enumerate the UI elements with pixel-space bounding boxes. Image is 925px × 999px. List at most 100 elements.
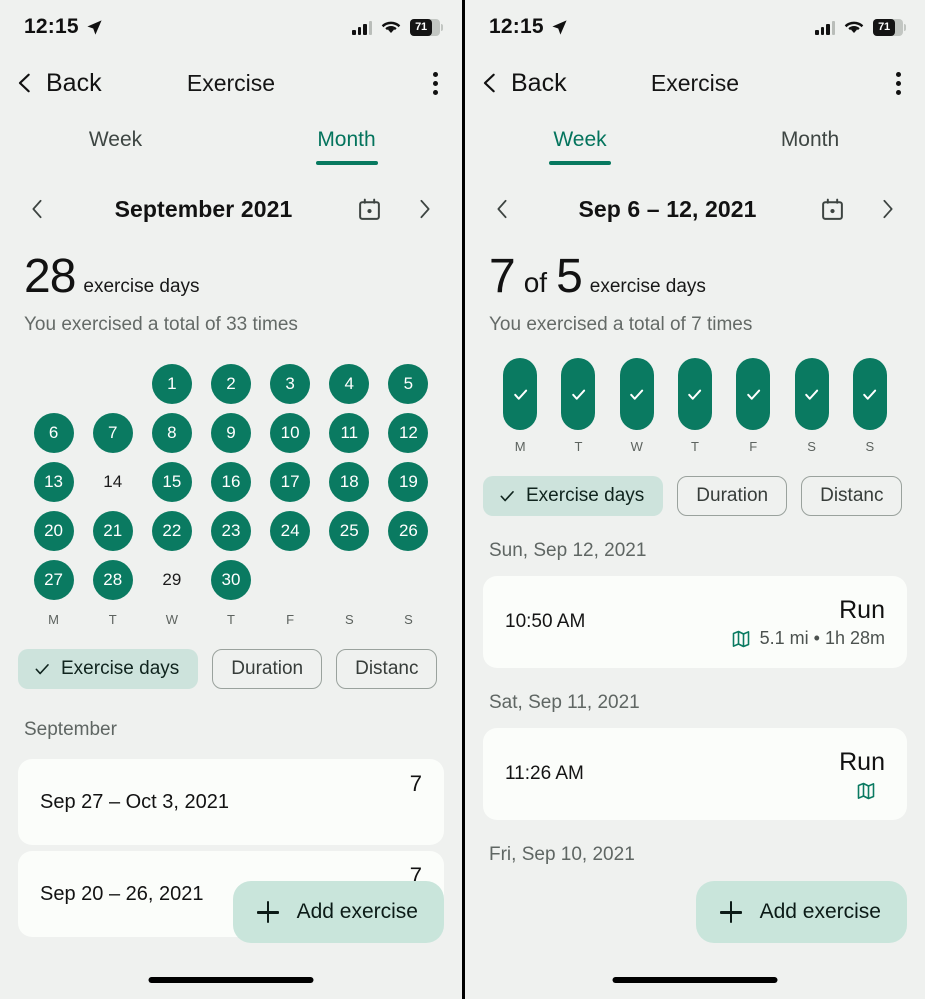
calendar-day[interactable]: 23 [210, 511, 251, 552]
calendar-day[interactable]: 19 [388, 462, 429, 503]
calendar-weekday-label: W [165, 612, 178, 628]
week-weekday-row: MTWTFSS [491, 439, 899, 454]
status-bar-left: 12:15 [24, 15, 103, 39]
app-bar: Back Exercise [465, 54, 925, 112]
week-day-pill[interactable] [619, 358, 654, 431]
tab-week[interactable]: Week [0, 128, 231, 165]
calendar-day[interactable]: 7 [92, 413, 133, 454]
calendar-day[interactable]: 25 [329, 511, 370, 552]
week-summary-row[interactable]: Sep 27 – Oct 3, 2021 7 [18, 759, 444, 846]
exercise-date-header: Fri, Sep 10, 2021 [489, 844, 635, 866]
more-vertical-icon[interactable] [888, 66, 909, 101]
calendar-day[interactable]: 8 [151, 413, 192, 454]
calendar-day[interactable]: 11 [329, 413, 370, 454]
filter-chip-distanc[interactable]: Distanc [336, 649, 438, 690]
calendar-day[interactable]: 12 [388, 413, 429, 454]
week-day-pill[interactable] [677, 358, 712, 431]
calendar-day[interactable]: 6 [33, 413, 74, 454]
calendar-day[interactable]: 27 [33, 560, 74, 601]
status-bar-time: 12:15 [489, 15, 544, 38]
gesture-bar[interactable] [612, 977, 778, 983]
filter-chip-distanc[interactable]: Distanc [801, 476, 903, 517]
calendar-picker-button[interactable] [357, 197, 382, 222]
calendar-day[interactable]: 4 [329, 364, 370, 405]
next-period-button[interactable] [875, 198, 901, 220]
check-icon [746, 389, 760, 400]
calendar-day[interactable]: 14 [93, 462, 133, 502]
back-button[interactable]: Back [479, 69, 567, 98]
filter-chip-duration[interactable]: Duration [212, 649, 323, 690]
week-exercise-count: 7 [409, 771, 422, 797]
exercise-entry-card[interactable]: 10:50 AM Run 5.1 mi • 1h 28m [483, 576, 907, 669]
calendar-day[interactable]: 30 [210, 560, 251, 601]
check-icon [688, 389, 702, 400]
chevron-left-icon [32, 199, 42, 219]
tab-month[interactable]: Month [695, 128, 925, 165]
exercise-date-header: Sun, Sep 12, 2021 [489, 540, 647, 562]
week-day-pills [491, 358, 899, 431]
calendar-day[interactable]: 24 [270, 511, 311, 552]
calendar-day[interactable]: 9 [210, 413, 251, 454]
plus-icon [256, 901, 279, 923]
week-exercise-days-unit: exercise days [589, 276, 706, 297]
calendar-day[interactable]: 17 [270, 462, 311, 503]
month-section-label: September [24, 719, 117, 741]
exercise-entry-details: Run 5.1 mi • 1h 28m [731, 596, 885, 650]
week-summary-subtitle: You exercised a total of 7 times [489, 314, 753, 336]
tab-week[interactable]: Week [465, 128, 695, 165]
calendar-day[interactable]: 2 [210, 364, 251, 405]
calendar-day[interactable]: 29 [152, 560, 192, 600]
check-icon [630, 389, 644, 400]
add-exercise-button[interactable]: Add exercise [232, 881, 444, 943]
week-day-pill[interactable] [503, 358, 538, 431]
exercise-time: 10:50 AM [505, 611, 586, 633]
previous-period-button[interactable] [489, 198, 515, 220]
calendar-day[interactable]: 18 [329, 462, 370, 503]
calendar-day[interactable]: 21 [92, 511, 133, 552]
check-icon [572, 389, 586, 400]
week-day-pill[interactable] [736, 358, 771, 431]
exercise-stats: 5.1 mi • 1h 28m [759, 628, 885, 649]
calendar-day[interactable]: 15 [151, 462, 192, 503]
exercise-stats-row: 5.1 mi • 1h 28m [731, 628, 885, 649]
week-weekday-label: S [807, 439, 816, 455]
calendar-day[interactable]: 1 [151, 364, 192, 405]
map-icon [732, 630, 749, 648]
tab-month[interactable]: Month [231, 128, 462, 165]
calendar-day[interactable]: 10 [270, 413, 311, 454]
location-arrow-icon [552, 19, 567, 35]
filter-chip-exercise-days[interactable]: Exercise days [483, 476, 664, 517]
back-button[interactable]: Back [14, 69, 102, 98]
calendar-day[interactable]: 20 [33, 511, 74, 552]
month-exercise-days-value: 28 [24, 250, 76, 303]
week-view-screen: 12:15 71 Back Exercise Week Month Sep 6 … [462, 0, 925, 999]
gesture-bar[interactable] [148, 977, 314, 983]
week-day-pill[interactable] [794, 358, 829, 431]
week-exercise-days-value: 7 [489, 250, 516, 303]
filter-chip-label: Exercise days [526, 485, 645, 507]
calendar-day[interactable]: 26 [388, 511, 429, 552]
calendar-day[interactable]: 13 [33, 462, 74, 503]
calendar-day[interactable]: 5 [388, 364, 429, 405]
status-bar-right: 71 [352, 18, 443, 36]
exercise-entry-card[interactable]: 11:26 AM Run [483, 728, 907, 821]
week-summary: 7 of 5 exercise days You exercised a tot… [465, 238, 925, 336]
filter-chip-exercise-days[interactable]: Exercise days [18, 649, 199, 690]
wifi-icon [381, 21, 401, 33]
calendar-day[interactable]: 16 [210, 462, 251, 503]
calendar-weekday-label: S [344, 612, 354, 628]
wifi-icon [844, 21, 864, 33]
period-title: Sep 6 – 12, 2021 [578, 195, 757, 222]
calendar-day[interactable]: 22 [151, 511, 192, 552]
previous-period-button[interactable] [24, 198, 50, 220]
calendar-picker-button[interactable] [820, 197, 845, 222]
calendar-day[interactable]: 28 [92, 560, 133, 601]
calendar-day[interactable]: 3 [270, 364, 311, 405]
add-exercise-button[interactable]: Add exercise [695, 881, 907, 943]
week-weekday-label: S [865, 439, 875, 455]
filter-chip-duration[interactable]: Duration [677, 476, 788, 517]
week-day-pill[interactable] [852, 358, 887, 431]
next-period-button[interactable] [412, 198, 438, 220]
week-day-pill[interactable] [561, 358, 596, 431]
more-vertical-icon[interactable] [425, 66, 446, 101]
